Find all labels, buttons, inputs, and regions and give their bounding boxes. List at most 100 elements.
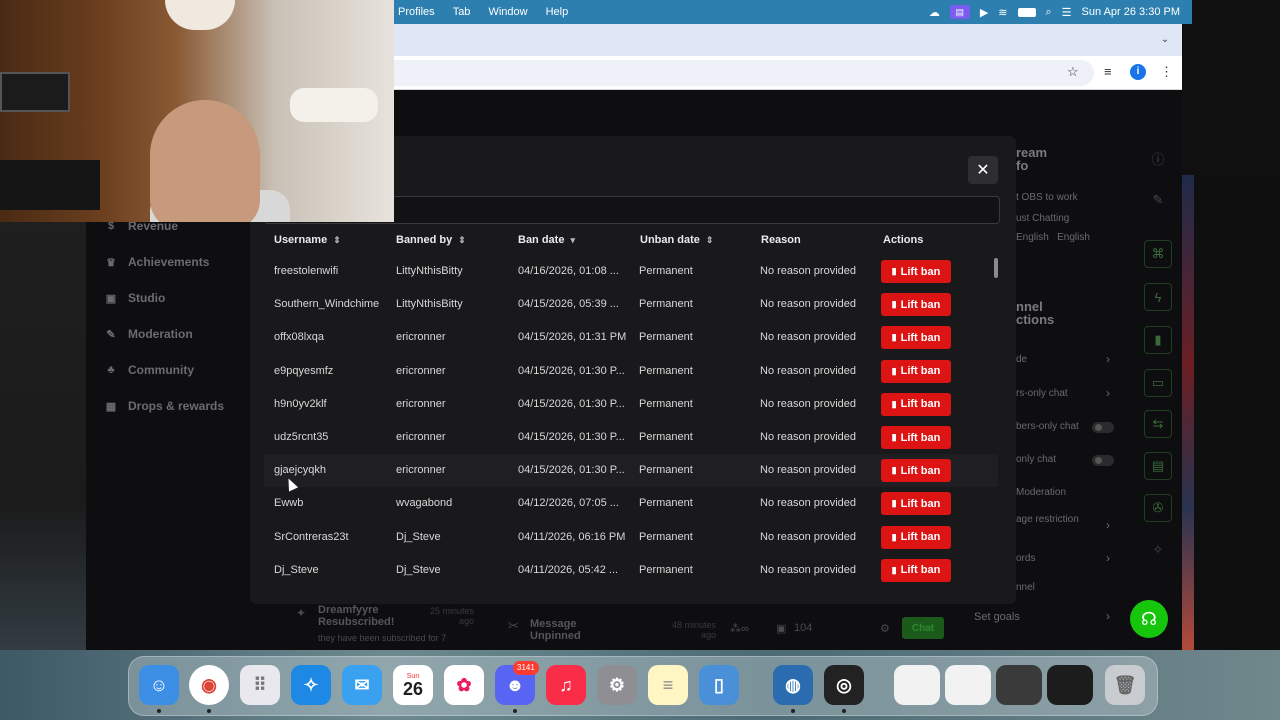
play-icon[interactable]: ▶ xyxy=(980,6,988,19)
sidebar-item-label: Achievements xyxy=(128,255,210,269)
control-center-icon[interactable]: ☰ xyxy=(1062,6,1072,19)
lift-ban-button[interactable]: ▮ Lift ban xyxy=(881,492,951,516)
chevron-right-icon[interactable]: › xyxy=(1106,609,1110,623)
stream-category-line: ust Chatting xyxy=(1016,213,1070,224)
lift-ban-button[interactable]: ▮ Lift ban xyxy=(881,459,951,483)
obs-icon[interactable]: ◎ xyxy=(824,665,864,705)
sparkle-icon: ✦ xyxy=(296,606,307,620)
music-icon[interactable]: ♫ xyxy=(546,665,586,705)
activity-item-time: 25 minutes ago xyxy=(430,606,475,626)
chevron-right-icon[interactable]: › xyxy=(1106,386,1110,400)
raid-icon[interactable]: ⇆ xyxy=(1144,410,1172,438)
channel-action-label: Moderation xyxy=(1016,487,1067,498)
sidebar-item-community[interactable]: ♣ Community xyxy=(104,360,194,380)
table-scrollbar[interactable] xyxy=(994,258,998,278)
column-header-username[interactable]: Username ⇕ xyxy=(274,234,341,246)
chevron-right-icon[interactable]: › xyxy=(1106,352,1110,366)
cell-reason: No reason provided xyxy=(760,331,857,344)
tab-search-chevron-icon[interactable]: ⌄ xyxy=(1156,31,1174,49)
clip-icon[interactable]: ▮ xyxy=(1144,326,1172,354)
wrench-icon[interactable]: ✇ xyxy=(1144,494,1172,522)
mail-icon[interactable]: ✉ xyxy=(342,665,382,705)
edit-pencil-icon[interactable]: ✎ xyxy=(1144,186,1172,214)
stage-manager-icon[interactable]: ▤ xyxy=(949,5,970,19)
cell-username: h9n0yv2klf xyxy=(274,397,327,410)
menu-help[interactable]: Help xyxy=(546,6,569,18)
wrench-icon: ✎ xyxy=(106,328,116,341)
creative-cloud-icon[interactable]: ☁ xyxy=(929,6,940,19)
cell-unban-date: Permanent xyxy=(639,563,693,576)
lightning-icon[interactable]: ϟ xyxy=(1144,283,1172,311)
sidebar-item-drops-rewards[interactable]: ▦ Drops & rewards xyxy=(104,396,224,416)
lift-ban-button[interactable]: ▮ Lift ban xyxy=(881,359,951,383)
cell-unban-date: Permanent xyxy=(639,331,693,344)
files-icon[interactable]: ▯ xyxy=(699,665,739,705)
lift-ban-label: Lift ban xyxy=(900,365,941,378)
screen-capture-icon[interactable]: ◍ xyxy=(773,665,813,705)
battery-icon[interactable] xyxy=(1017,7,1036,17)
media-controls-icon[interactable]: ≡ xyxy=(1104,64,1112,79)
help-headset-icon[interactable]: ☊ xyxy=(1130,600,1168,638)
chat-send-button[interactable]: Chat xyxy=(902,617,944,639)
calendar-icon[interactable]: Sun 26 xyxy=(393,665,433,705)
lift-ban-button[interactable]: ▮ Lift ban xyxy=(881,293,951,317)
lift-ban-button[interactable]: ▮ Lift ban xyxy=(881,392,951,416)
menu-tab[interactable]: Tab xyxy=(453,6,471,18)
sidebar-item-moderation[interactable]: ✎ Moderation xyxy=(104,324,192,344)
sort-updown-icon: ⇕ xyxy=(333,234,341,245)
plugin-icon[interactable]: ✧ xyxy=(1144,536,1172,564)
launchpad-icon[interactable]: ⠿ xyxy=(240,665,280,705)
subscribers-only-toggle[interactable] xyxy=(1092,422,1114,433)
close-icon[interactable]: ✕ xyxy=(968,156,998,184)
macos-dock: ☺ ◉ ⠿ ✧ ✉ Sun 26 ✿ ☻ 3141 ♫ ⚙ ≡ ▯ ◍ ◎ 🗑 xyxy=(128,656,1158,716)
channel-points-icon[interactable]: ⁂∞ xyxy=(730,622,749,635)
column-header-ban-date[interactable]: Ban date ▾ xyxy=(518,234,575,246)
viewers-icon: ▣ xyxy=(776,623,787,635)
lift-ban-button[interactable]: ▮ Lift ban xyxy=(881,260,951,283)
activity-item-title: Message Unpinned xyxy=(530,618,581,642)
cell-username: Southern_Windchime xyxy=(274,298,380,311)
info-icon[interactable]: ⓘ xyxy=(1144,144,1172,172)
finder-icon[interactable]: ☺ xyxy=(139,665,179,705)
safari-icon[interactable]: ✧ xyxy=(291,665,331,705)
address-bar[interactable] xyxy=(394,60,1094,86)
column-header-actions: Actions xyxy=(883,234,923,246)
bookmark-star-icon[interactable]: ☆ xyxy=(1067,64,1079,80)
lift-ban-button[interactable]: ▮ Lift ban xyxy=(881,558,951,582)
window-thumbnail-4[interactable] xyxy=(1047,665,1093,705)
menu-window[interactable]: Window xyxy=(488,6,527,18)
photos-icon[interactable]: ✿ xyxy=(444,665,484,705)
chevron-right-icon[interactable]: › xyxy=(1106,518,1110,532)
chat-settings-gear-icon[interactable]: ⚙ xyxy=(880,622,890,635)
menu-clock[interactable]: Sun Apr 26 3:30 PM xyxy=(1082,6,1180,18)
window-thumbnail-2[interactable] xyxy=(945,665,991,705)
lift-ban-button[interactable]: ▮ Lift ban xyxy=(881,426,951,449)
quick-action-icon[interactable]: ⌘ xyxy=(1144,240,1172,268)
ad-icon[interactable]: ▤ xyxy=(1144,452,1172,480)
profile-icon[interactable]: i xyxy=(1130,64,1146,80)
lift-ban-button[interactable]: ▮ Lift ban xyxy=(881,326,951,350)
column-header-banned-by[interactable]: Banned by ⇕ xyxy=(396,234,466,246)
cell-banned-by: Dj_Steve xyxy=(396,563,441,576)
sort-updown-icon: ⇕ xyxy=(458,234,466,245)
column-header-unban-date[interactable]: Unban date ⇕ xyxy=(640,234,713,246)
notes-icon[interactable]: ≡ xyxy=(648,665,688,705)
wifi-icon[interactable]: ≋ xyxy=(998,6,1007,19)
more-menu-icon[interactable]: ⋮ xyxy=(1160,64,1173,80)
chat-bubble-icon[interactable]: ▭ xyxy=(1144,369,1172,397)
chevron-right-icon[interactable]: › xyxy=(1106,551,1110,565)
menu-profiles[interactable]: Profiles xyxy=(398,6,435,18)
window-thumbnail-1[interactable] xyxy=(894,665,940,705)
system-settings-gear-icon[interactable]: ⚙ xyxy=(597,665,637,705)
window-thumbnail-3[interactable] xyxy=(996,665,1042,705)
emote-only-toggle[interactable] xyxy=(1092,455,1114,466)
sidebar-item-achievements[interactable]: ♛ Achievements xyxy=(104,252,209,272)
sidebar-item-studio[interactable]: ▣ Studio xyxy=(104,288,166,308)
lift-ban-button[interactable]: ▮ Lift ban xyxy=(881,525,951,549)
cell-username: Ewwb xyxy=(274,497,304,510)
chrome-icon[interactable]: ◉ xyxy=(189,665,229,705)
spotlight-search-icon[interactable]: ⌕ xyxy=(1046,6,1052,19)
ceiling-lamp xyxy=(165,0,235,30)
trash-icon[interactable]: 🗑 xyxy=(1105,665,1145,705)
lift-ban-label: Lift ban xyxy=(900,398,941,411)
